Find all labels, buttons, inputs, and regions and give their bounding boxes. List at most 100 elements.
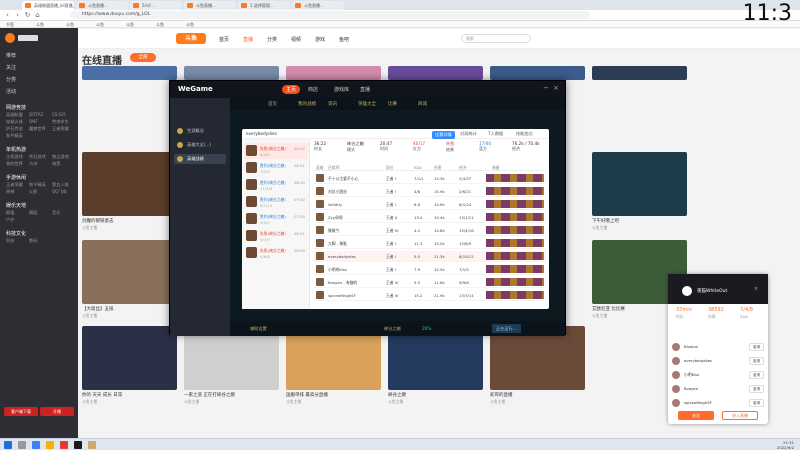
minimize-icon[interactable]: −	[543, 84, 549, 92]
side-nav-item[interactable]: 英雄大全(...)	[174, 140, 226, 150]
wegame-icon[interactable]	[74, 441, 82, 449]
sidebar-subitem[interactable]: DOTA2	[29, 112, 43, 117]
match-item[interactable]: 胜利(峡谷之巅) 08:10 11/3/6	[244, 177, 308, 193]
bookmark[interactable]: 斗鱼	[126, 21, 134, 28]
player-name[interactable]: ValidUy	[328, 202, 342, 207]
sidebar-subitem[interactable]: 魔兽世界	[29, 126, 46, 132]
panel-tab[interactable]: 比赛详情	[432, 131, 455, 139]
player-name[interactable]: Bvoyen - 有趣的	[328, 280, 357, 286]
avatar[interactable]	[682, 286, 692, 296]
sidebar-logo[interactable]	[4, 32, 74, 44]
sidebar-subitem[interactable]: 户外	[6, 217, 14, 223]
invite-button[interactable]: 邀请	[749, 399, 764, 407]
streamer-name[interactable]: 斗鱼主播	[286, 399, 381, 405]
bookmark[interactable]: 斗鱼	[36, 21, 44, 28]
sidebar-bottom-button[interactable]: 开播	[40, 407, 74, 416]
lol-tab[interactable]: 首页	[268, 101, 277, 107]
refresh-icon[interactable]: ↻	[24, 12, 31, 19]
close-icon[interactable]: ×	[553, 84, 559, 92]
sidebar-subitem[interactable]: QQ飞车	[52, 189, 67, 195]
site-nav-item[interactable]: 直播	[243, 36, 253, 43]
system-clock[interactable]: 21:31 2022/9/2	[777, 440, 794, 450]
sidebar-subitem[interactable]: 舞蹈	[29, 210, 37, 216]
douyu-logo[interactable]: 斗鱼	[176, 33, 206, 44]
table-row[interactable]: 微微兮 王者 IV 4.2 14.8k 15/4/16	[314, 225, 546, 236]
match-item[interactable]: 失败(峡谷之巅) 09:22 8/4/5	[244, 143, 308, 159]
panel-tab[interactable]: 对局统计	[460, 131, 477, 137]
search-input[interactable]: 搜索	[461, 34, 531, 43]
panel-tab[interactable]: 7人数据	[488, 131, 503, 137]
streamer-name[interactable]: 斗鱼主播	[82, 225, 177, 231]
stream-thumbnail[interactable]	[82, 152, 177, 216]
stream-title[interactable]: 【大屌丝】五排	[82, 306, 177, 312]
lol-tab[interactable]: 我的战绩	[298, 101, 316, 107]
start-icon[interactable]	[4, 441, 12, 449]
enter-live-button[interactable]: 进入直播	[722, 411, 758, 420]
sidebar-section-title[interactable]: 单机热游	[6, 146, 26, 153]
forward-icon[interactable]: ›	[14, 12, 21, 19]
table-row[interactable]: 刘总小甜丝 王者 I 4/8 15.9k 2/6/21	[314, 186, 546, 197]
list-item[interactable]: 小明Kiss 邀请	[672, 370, 764, 382]
site-nav-item[interactable]: 首页	[219, 36, 229, 43]
bookmark[interactable]: 斗鱼	[96, 21, 104, 28]
wegame-nav-item[interactable]: 直播	[360, 86, 370, 93]
folder-icon[interactable]	[46, 441, 54, 449]
side-nav-item[interactable]: 生涯概况	[174, 126, 226, 136]
player-name[interactable]: 微微兮	[328, 228, 339, 234]
site-nav-item[interactable]: 分类	[267, 36, 277, 43]
search-icon[interactable]	[18, 441, 26, 449]
stream-title[interactable]: 一家之道 正在打峡谷之巅	[184, 392, 279, 398]
stream-thumbnail[interactable]	[82, 66, 177, 80]
stream-title[interactable]: 剑魔的钢铁意志	[82, 218, 177, 224]
stream-title[interactable]: 你的 天天 成长 日常	[82, 392, 177, 398]
sidebar-subitem[interactable]: 穿越火线	[6, 119, 23, 125]
sidebar-item[interactable]: 活动	[6, 88, 16, 95]
sidebar-subitem[interactable]: DNF	[29, 119, 38, 124]
stream-title[interactable]: 国服单排 最高分直播	[286, 392, 381, 398]
player-name[interactable]: everybodydies	[328, 254, 356, 259]
stream-thumbnail[interactable]	[388, 66, 483, 80]
assist-settings-button[interactable]: 辅助设置	[246, 324, 271, 333]
stream-thumbnail[interactable]	[82, 326, 177, 390]
site-nav-item[interactable]: 鱼吧	[339, 36, 349, 43]
sidebar-item[interactable]: 关注	[6, 64, 16, 71]
stream-thumbnail[interactable]	[82, 240, 177, 304]
player-name[interactable]: 大脚 - 拖鞋	[328, 241, 347, 247]
app-icon[interactable]	[60, 441, 68, 449]
sidebar-subitem[interactable]: 和平精英	[6, 133, 23, 139]
side-nav-item[interactable]: 英雄战绩	[174, 154, 226, 164]
sidebar-subitem[interactable]: 我的世界	[6, 161, 23, 167]
stream-thumbnail[interactable]	[592, 66, 687, 80]
browser-tab[interactable]: 斗鱼直播...	[184, 1, 236, 10]
match-item[interactable]: 胜利(峡谷之巅) 07:05 9/5/4	[244, 211, 308, 227]
sidebar-subitem[interactable]: 原神	[6, 189, 14, 195]
sidebar-subitem[interactable]: 科技	[6, 238, 14, 244]
sidebar-subitem[interactable]: 数码	[29, 238, 37, 244]
sidebar-subitem[interactable]: 第五人格	[52, 182, 69, 188]
bookmark[interactable]: 斗鱼	[156, 21, 164, 28]
list-item[interactable]: Bluejun 邀请	[672, 342, 764, 354]
player-name[interactable]: spiceofthighSF	[328, 293, 356, 298]
lol-tab[interactable]: 商城	[418, 101, 427, 107]
match-item[interactable]: 胜利(峡谷之巅) 08:41 7/2/9	[244, 160, 308, 176]
player-name[interactable]: 小明的Kiss	[328, 267, 347, 273]
sidebar-subitem[interactable]: 颜值	[6, 210, 14, 216]
wegame-nav-item[interactable]: 主页	[282, 85, 301, 94]
url-field[interactable]: https://www.douyu.com/g_LOL	[70, 11, 590, 19]
lol-tab[interactable]: 比赛	[388, 101, 397, 107]
sidebar-subitem[interactable]: 王者荣耀	[6, 182, 23, 188]
bookmark[interactable]: 斗鱼	[186, 21, 194, 28]
sidebar-subitem[interactable]: 炉石传说	[6, 126, 23, 132]
sidebar-subitem[interactable]: 怀旧游戏	[29, 154, 46, 160]
invite-button[interactable]: 邀请	[749, 343, 764, 351]
bookmark[interactable]: 斗鱼	[66, 21, 74, 28]
wegame-nav-item[interactable]: 商店	[308, 86, 318, 93]
player-name[interactable]: Zyy周周	[328, 215, 343, 221]
sidebar-bottom-button[interactable]: 客户端下载	[4, 407, 38, 416]
invite-button[interactable]: 邀请	[749, 385, 764, 393]
streamer-name[interactable]: 斗鱼主播	[388, 399, 483, 405]
wegame-nav-item[interactable]: 游戏库	[334, 86, 349, 93]
follow-button[interactable]: 关注	[678, 411, 714, 420]
table-row[interactable]: Zyy周周 王者 II 13.4 19.4k 13/1/11	[314, 212, 546, 223]
table-row[interactable]: 大脚 - 拖鞋 王者 I 11.3 15.0k 15/8/9	[314, 238, 546, 249]
